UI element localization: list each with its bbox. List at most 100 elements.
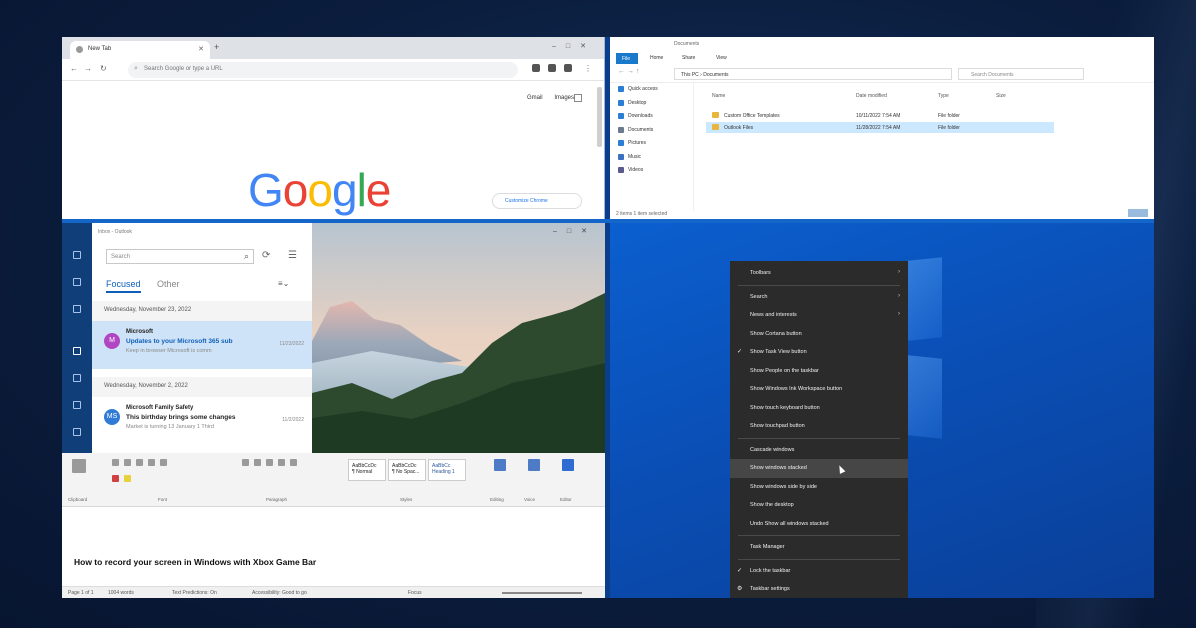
- ribbon-tab-home[interactable]: Home: [650, 55, 663, 61]
- status-focus[interactable]: Focus: [408, 590, 422, 596]
- nav-item[interactable]: Documents: [610, 124, 693, 138]
- bold-icon[interactable]: [112, 459, 119, 466]
- chrome-window[interactable]: New Tab ✕ + –□✕ ← → ↻ ⌕ Search Google or…: [62, 37, 605, 219]
- ribbon-tab-share[interactable]: Share: [682, 55, 695, 61]
- windows-desktop[interactable]: Toolbars › Search › News and interests › Show …: [610, 223, 1154, 598]
- underline-icon[interactable]: [136, 459, 143, 466]
- font-color-icon[interactable]: [112, 475, 119, 482]
- menu-item[interactable]: Show Cortana button: [730, 325, 908, 344]
- nav-item[interactable]: Desktop: [610, 97, 693, 111]
- gmail-link[interactable]: Gmail: [527, 95, 543, 101]
- document-heading[interactable]: How to record your screen in Windows wit…: [74, 557, 316, 567]
- editor-icon[interactable]: [562, 459, 574, 471]
- new-mail-icon[interactable]: [73, 278, 81, 286]
- mail-icon[interactable]: [73, 347, 81, 355]
- ribbon-tab-view[interactable]: View: [716, 55, 727, 61]
- people-icon[interactable]: [73, 401, 81, 409]
- file-row[interactable]: Custom Office Templates 10/11/2022 7:54 A…: [706, 110, 1054, 121]
- chrome-scrollbar[interactable]: [597, 87, 602, 147]
- menu-kebab-icon[interactable]: ⋮: [584, 64, 592, 73]
- bullets-icon[interactable]: [242, 459, 249, 466]
- close-tab-icon[interactable]: ✕: [198, 45, 204, 53]
- menu-item[interactable]: Undo Show all windows stacked: [730, 515, 908, 534]
- chrome-tab[interactable]: New Tab ✕: [70, 41, 210, 59]
- menu-item[interactable]: Show People on the taskbar: [730, 362, 908, 381]
- menu-item[interactable]: Taskbar settings ⚙: [730, 580, 908, 598]
- strikethrough-icon[interactable]: [148, 459, 155, 466]
- contacts-icon[interactable]: [73, 305, 81, 313]
- customize-chrome-button[interactable]: Customize Chrome: [492, 193, 582, 209]
- align-center-icon[interactable]: [278, 459, 285, 466]
- select-icon[interactable]: ☰: [288, 250, 297, 261]
- menu-item[interactable]: News and interests ›: [730, 306, 908, 325]
- sync-icon[interactable]: ⟳: [262, 250, 270, 261]
- align-left-icon[interactable]: [266, 459, 273, 466]
- reload-icon[interactable]: ↻: [100, 64, 107, 73]
- column-header[interactable]: Name: [712, 93, 725, 99]
- file-explorer-window[interactable]: Documents File Home Share View ← → ↑ Thi…: [610, 37, 1154, 219]
- italic-icon[interactable]: [124, 459, 131, 466]
- profile-icon[interactable]: [564, 64, 572, 72]
- dictate-icon[interactable]: [528, 459, 540, 471]
- address-box[interactable]: This PC › Documents: [674, 68, 952, 80]
- ribbon-tab-file[interactable]: File: [616, 53, 638, 64]
- chrome-window-controls[interactable]: –□✕: [552, 42, 596, 50]
- nav-item[interactable]: Videos: [610, 164, 693, 178]
- nav-item[interactable]: Pictures: [610, 137, 693, 151]
- outlook-window[interactable]: Inbox - Outlook Search ⌕ ⟳ ☰ Focused Oth…: [62, 223, 605, 453]
- explorer-search[interactable]: Search Documents: [958, 68, 1084, 80]
- highlight-icon[interactable]: [124, 475, 131, 482]
- column-header[interactable]: Type: [938, 93, 949, 99]
- find-icon[interactable]: [494, 459, 506, 471]
- style-no-spacing[interactable]: AaBbCcDc ¶ No Spac...: [388, 459, 426, 481]
- paste-icon[interactable]: [72, 459, 86, 473]
- style-heading1[interactable]: AaBbCc Heading 1: [428, 459, 466, 481]
- style-normal[interactable]: AaBbCcDc ¶ Normal: [348, 459, 386, 481]
- extension-icon[interactable]: [532, 64, 540, 72]
- status-page[interactable]: Page 1 of 1: [68, 590, 94, 596]
- back-icon[interactable]: ←: [70, 64, 78, 73]
- tab-other[interactable]: Other: [157, 279, 180, 289]
- menu-item[interactable]: Lock the taskbar ✓: [730, 562, 908, 581]
- mail-item[interactable]: M Microsoft Updates to your Microsoft 365 …: [92, 321, 312, 369]
- new-tab-icon[interactable]: +: [214, 42, 219, 52]
- menu-item[interactable]: Show windows stacked: [730, 459, 908, 478]
- column-header[interactable]: Date modified: [856, 93, 887, 99]
- word-window[interactable]: AaBbCcDc ¶ Normal AaBbCcDc ¶ No Spac... Aa…: [62, 453, 605, 598]
- menu-item[interactable]: Task Manager: [730, 538, 908, 557]
- nav-item[interactable]: Quick access: [610, 83, 693, 97]
- menu-item[interactable]: Show the desktop: [730, 496, 908, 515]
- numbering-icon[interactable]: [254, 459, 261, 466]
- view-toggle[interactable]: [1128, 209, 1148, 217]
- apps-grid-icon[interactable]: [574, 94, 582, 102]
- mail-item[interactable]: MS Microsoft Family Safety This birthday b…: [92, 397, 312, 445]
- sidepanel-icon[interactable]: [548, 64, 556, 72]
- filter-icon[interactable]: ≡⌄: [278, 279, 289, 288]
- menu-item[interactable]: Show touch keyboard button: [730, 399, 908, 418]
- omnibox[interactable]: ⌕ Search Google or type a URL: [128, 62, 518, 78]
- status-words[interactable]: 1004 words: [108, 590, 134, 596]
- subscript-icon[interactable]: [160, 459, 167, 466]
- menu-item[interactable]: Show windows side by side: [730, 478, 908, 497]
- tab-focused[interactable]: Focused: [106, 279, 141, 293]
- status-accessibility[interactable]: Accessibility: Good to go: [252, 590, 307, 596]
- menu-item[interactable]: Toolbars ›: [730, 264, 908, 283]
- zoom-slider[interactable]: [502, 592, 582, 594]
- menu-item[interactable]: Search ›: [730, 288, 908, 307]
- menu-item[interactable]: Cascade windows: [730, 441, 908, 460]
- outlook-search-input[interactable]: Search ⌕: [106, 249, 254, 264]
- calendar-icon[interactable]: [73, 374, 81, 382]
- nav-item[interactable]: Music: [610, 151, 693, 165]
- status-predictions[interactable]: Text Predictions: On: [172, 590, 217, 596]
- align-right-icon[interactable]: [290, 459, 297, 466]
- nav-item[interactable]: Downloads: [610, 110, 693, 124]
- images-link[interactable]: Images: [554, 95, 574, 101]
- menu-item[interactable]: Show Windows Ink Workspace button: [730, 380, 908, 399]
- settings-icon[interactable]: [73, 428, 81, 436]
- outlook-window-controls[interactable]: –□✕: [553, 227, 597, 235]
- nav-arrows-icon[interactable]: ← → ↑: [618, 68, 639, 75]
- menu-icon[interactable]: [73, 251, 81, 259]
- forward-icon[interactable]: →: [84, 64, 92, 73]
- menu-item[interactable]: Show touchpad button: [730, 417, 908, 436]
- column-header[interactable]: Size: [996, 93, 1006, 99]
